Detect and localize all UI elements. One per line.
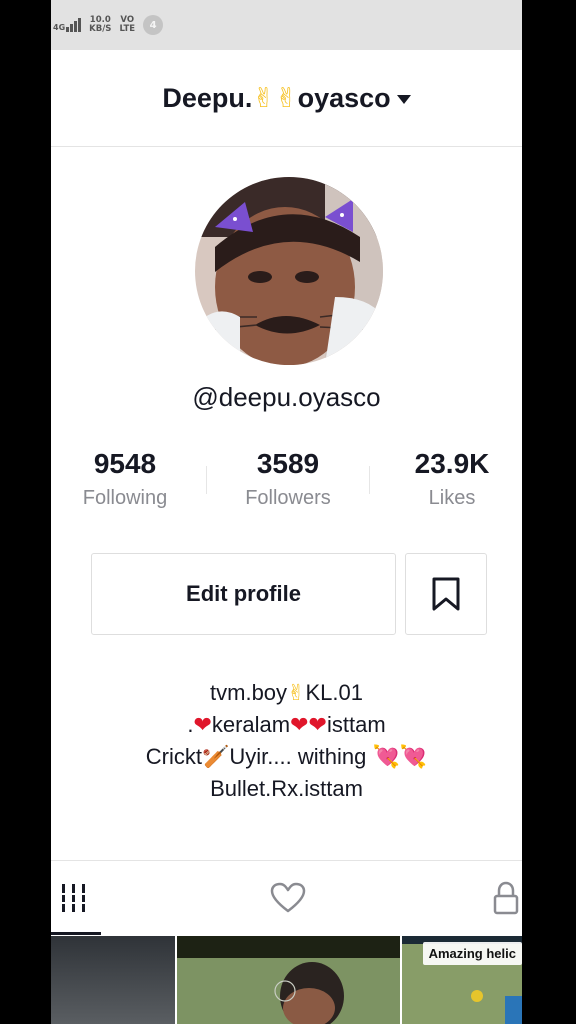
followers-stat[interactable]: 3589 Followers xyxy=(208,445,368,510)
app-screen: 4G 10.0 KB/S VO LTE 4 Deepu. ✌✌ oyasco @… xyxy=(51,0,522,1024)
following-stat[interactable]: 9548 Following xyxy=(51,445,205,510)
video-thumbnail[interactable] xyxy=(177,936,400,1024)
favorites-button[interactable] xyxy=(405,553,487,635)
tab-videos[interactable] xyxy=(51,861,101,934)
display-name-prefix: Deepu. xyxy=(162,82,253,113)
stats-row: 9548 Following 3589 Followers 23.9K Like… xyxy=(51,445,522,525)
speed-unit: KB/S xyxy=(89,24,112,34)
active-tab-indicator xyxy=(51,932,101,935)
likes-stat[interactable]: 23.9K Likes xyxy=(372,445,522,510)
heart-icon: ❤ xyxy=(193,713,212,738)
following-label: Following xyxy=(82,487,168,509)
network-speed: 10.0 KB/S xyxy=(89,16,111,34)
thumbnail-caption: Amazing helic xyxy=(422,942,522,965)
likes-label: Likes xyxy=(428,487,476,509)
followers-count: 3589 xyxy=(256,448,320,479)
signal-icon: 4G xyxy=(53,18,82,32)
video-grid: Amazing helic xyxy=(51,936,522,1024)
bookmark-icon xyxy=(432,577,460,611)
following-count: 9548 xyxy=(93,448,157,479)
cricket-icon: 🏏 xyxy=(201,745,230,770)
edit-profile-button[interactable]: Edit profile xyxy=(91,553,396,635)
bio-line-2: .❤keralam❤❤isttam xyxy=(187,712,386,738)
account-switcher[interactable]: Deepu. ✌✌ oyasco xyxy=(162,82,411,114)
volte-bottom: LTE xyxy=(119,24,136,34)
tab-private[interactable] xyxy=(491,861,522,934)
video-thumbnail[interactable] xyxy=(51,936,175,1024)
followers-label: Followers xyxy=(245,487,331,509)
bio-line-4: Bullet.Rx.isttam xyxy=(210,776,363,801)
username: @deepu.oyasco xyxy=(192,382,381,412)
heart-outline-icon xyxy=(270,882,306,912)
bio: tvm.boy✌KL.01 .❤keralam❤❤isttam Crickt🏏U… xyxy=(51,677,522,804)
display-name-suffix: oyasco xyxy=(297,82,391,113)
profile-header: Deepu. ✌✌ oyasco xyxy=(51,50,522,147)
notification-count: 4 xyxy=(143,15,164,35)
heart-icon: ❤❤ xyxy=(290,713,327,738)
content-tabs xyxy=(51,860,522,936)
victory-hand-emoji: ✌ xyxy=(287,681,306,706)
status-bar: 4G 10.0 KB/S VO LTE 4 xyxy=(51,0,522,50)
bio-line-1: tvm.boy✌KL.01 xyxy=(210,680,363,706)
tab-liked[interactable] xyxy=(251,861,325,934)
bio-line-3: Crickt🏏Uyir.... withing 💘💘 xyxy=(145,744,428,770)
victory-hand-emoji: ✌✌ xyxy=(252,82,298,114)
network-type: 4G xyxy=(53,23,66,32)
stats-divider xyxy=(206,466,207,494)
avatar[interactable] xyxy=(195,177,383,365)
likes-count: 23.9K xyxy=(414,448,490,479)
lock-icon xyxy=(493,881,519,914)
video-thumbnail[interactable]: Amazing helic xyxy=(402,936,522,1024)
heart-arrow-icon: 💘💘 xyxy=(372,745,428,770)
grid-icon xyxy=(62,883,88,912)
caret-down-icon xyxy=(396,94,411,104)
volte-indicator: VO LTE xyxy=(119,16,135,34)
stats-divider xyxy=(369,466,370,494)
